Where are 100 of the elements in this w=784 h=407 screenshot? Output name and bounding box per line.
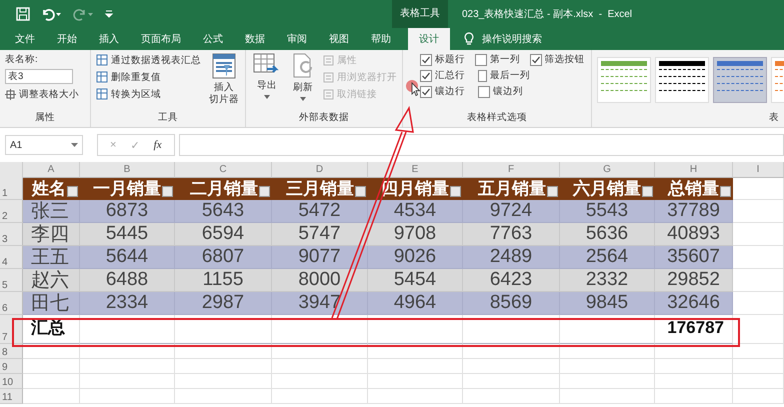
row-header[interactable]: 6 <box>0 292 23 315</box>
filter-button[interactable] <box>67 186 78 197</box>
export-button[interactable]: 导出 <box>251 53 283 111</box>
column-header[interactable]: G <box>560 162 655 178</box>
insert-function-button[interactable]: fx <box>154 139 162 151</box>
filter-button[interactable] <box>642 186 653 197</box>
filter-button[interactable] <box>355 186 366 197</box>
table-cell: 9708 <box>368 223 463 246</box>
table-cell: 2334 <box>80 292 175 315</box>
ribbon-tab[interactable]: 插入 <box>88 28 130 50</box>
save-icon[interactable] <box>16 7 30 21</box>
column-header[interactable]: A <box>23 162 80 178</box>
row-header[interactable]: 5 <box>0 269 23 292</box>
row-header[interactable]: 1 <box>0 178 23 200</box>
style-option-checkbox[interactable]: 筛选按钮 <box>530 53 586 66</box>
row-header[interactable]: 4 <box>0 246 23 269</box>
row-header[interactable]: 7 <box>0 315 23 344</box>
cursor-icon <box>406 80 420 96</box>
column-header[interactable]: D <box>272 162 368 178</box>
resize-table-button[interactable]: 调整表格大小 <box>5 87 85 101</box>
header-cell: 二月销量 <box>175 178 272 200</box>
row-header[interactable]: 10 <box>0 374 23 389</box>
column-header[interactable]: B <box>80 162 175 178</box>
filter-button[interactable] <box>259 186 270 197</box>
table-cell: 田七 <box>23 292 80 315</box>
table-cell: 王五 <box>23 246 80 269</box>
checkbox[interactable] <box>478 70 487 82</box>
row-header[interactable]: 3 <box>0 223 23 246</box>
style-option-checkbox[interactable]: 第一列 <box>474 53 524 66</box>
table-cell: 6873 <box>80 200 175 223</box>
checkbox[interactable] <box>474 54 487 66</box>
column-header[interactable]: H <box>655 162 733 178</box>
filter-button[interactable] <box>162 186 173 197</box>
ribbon-tab[interactable]: 开始 <box>46 28 88 50</box>
document-refresh-icon <box>291 53 315 79</box>
checkbox[interactable] <box>420 70 432 82</box>
style-option-checkbox[interactable]: 最后一列 <box>478 69 530 82</box>
style-option-checkbox[interactable]: 镶边列 <box>478 85 530 98</box>
table-cell: 9077 <box>272 246 368 269</box>
column-header[interactable]: I <box>733 162 784 178</box>
ribbon-tab[interactable]: 页面布局 <box>130 28 192 50</box>
header-cell: 总销量 <box>655 178 733 200</box>
filter-button[interactable] <box>450 186 461 197</box>
table-style-thumbnail[interactable] <box>597 57 651 103</box>
filter-button[interactable] <box>720 186 731 197</box>
formula-input[interactable] <box>178 134 784 156</box>
table-style-thumbnail[interactable] <box>655 57 709 103</box>
table-cell: 9845 <box>560 292 655 315</box>
table-tool-icon <box>96 88 108 100</box>
insert-slicer-button[interactable]: 插入 切片器 <box>207 53 241 111</box>
customize-caret-icon[interactable] <box>104 9 114 19</box>
ribbon-tab[interactable]: 公式 <box>192 28 234 50</box>
row-header[interactable]: 2 <box>0 200 23 223</box>
style-option-checkbox[interactable]: 汇总行 <box>420 69 472 82</box>
table-cell: 5644 <box>80 246 175 269</box>
table-cell: 40893 <box>655 223 733 246</box>
style-option-checkbox[interactable]: 镶边行 <box>420 85 472 98</box>
context-tab-label: 表格工具 <box>392 0 448 28</box>
column-header[interactable]: F <box>463 162 560 178</box>
table-cell: 9724 <box>463 200 560 223</box>
filter-button[interactable] <box>547 186 558 197</box>
checkbox[interactable] <box>530 54 542 66</box>
style-option-checkbox[interactable]: 标题行 <box>420 53 469 66</box>
tool-button[interactable]: 删除重复值 <box>96 70 201 84</box>
row-header[interactable]: 8 <box>0 344 23 359</box>
checkbox[interactable] <box>420 86 432 98</box>
tool-button[interactable]: 通过数据透视表汇总 <box>96 53 201 67</box>
total-value-cell: 176787 <box>655 315 733 344</box>
table-cell: 5643 <box>175 200 272 223</box>
ribbon-tab[interactable]: 审阅 <box>276 28 318 50</box>
header-cell: 姓名 <box>23 178 80 200</box>
ribbon-tab[interactable]: 数据 <box>234 28 276 50</box>
tell-me-search[interactable]: 操作说明搜索 <box>464 28 542 50</box>
table-cell: 37789 <box>655 200 733 223</box>
ribbon-tab[interactable]: 帮助 <box>360 28 402 50</box>
caret-icon <box>264 95 270 99</box>
ribbon-tab[interactable]: 视图 <box>318 28 360 50</box>
header-cell: 三月销量 <box>272 178 368 200</box>
checkbox[interactable] <box>420 54 432 66</box>
table-tool-icon <box>96 54 108 66</box>
row-header[interactable]: 9 <box>0 359 23 374</box>
row-header[interactable]: 11 <box>0 389 23 404</box>
group-label: 属性 <box>34 111 56 125</box>
table-cell: 张三 <box>23 200 80 223</box>
ribbon-tab[interactable]: 文件 <box>4 28 46 50</box>
column-header[interactable]: E <box>368 162 463 178</box>
name-box[interactable]: A1 <box>5 135 83 155</box>
refresh-button[interactable]: 刷新 <box>289 53 317 111</box>
table-style-thumbnail[interactable] <box>713 57 767 103</box>
column-header[interactable]: C <box>175 162 272 178</box>
checkbox[interactable] <box>478 86 490 98</box>
lightbulb-icon <box>464 32 474 46</box>
ribbon-tab[interactable]: 设计 <box>408 28 450 50</box>
table-name-field[interactable]: 表3 <box>5 69 73 84</box>
caret-icon <box>71 143 78 147</box>
undo-icon[interactable] <box>40 7 62 21</box>
table-cell: 4964 <box>368 292 463 315</box>
tool-button[interactable]: 转换为区域 <box>96 87 201 101</box>
table-cell: 1155 <box>175 269 272 292</box>
redo-icon[interactable] <box>72 7 94 21</box>
